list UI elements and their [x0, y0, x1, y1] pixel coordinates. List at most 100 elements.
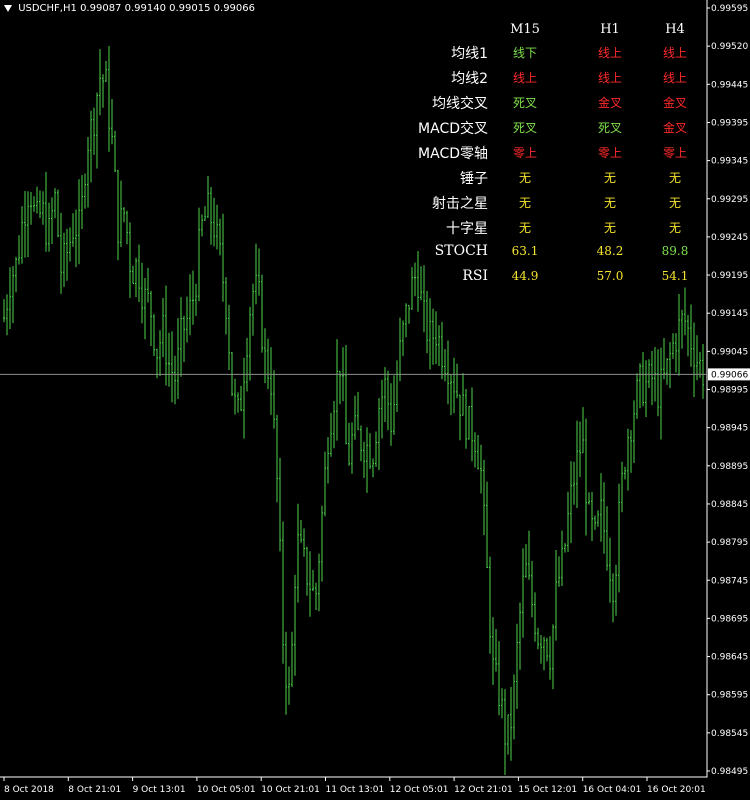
candle-bar	[522, 548, 524, 638]
candle-bar	[192, 270, 194, 325]
price-tick-label: 0.99595	[711, 4, 748, 14]
candle-bar	[168, 332, 170, 387]
price-tick-label: 0.98595	[711, 691, 748, 701]
collapse-triangle-icon[interactable]	[4, 4, 12, 12]
candle-bar	[204, 206, 206, 221]
candle-bar	[510, 687, 512, 761]
price-tick-label: 0.99345	[711, 157, 748, 167]
candle-bar	[63, 232, 65, 287]
candle-bar	[450, 374, 452, 416]
candle-bar	[516, 623, 518, 709]
candle-bar	[351, 422, 353, 474]
candle-bar	[135, 257, 137, 298]
candle-bar	[147, 267, 149, 303]
candle-bar	[117, 170, 119, 261]
candle-bar	[114, 130, 116, 172]
dashboard-cell: 无	[668, 221, 681, 235]
candle-bar	[543, 636, 545, 671]
candle-bar	[555, 550, 557, 641]
dashboard-row-label: MACD交叉	[418, 121, 488, 137]
candle-bar	[564, 543, 566, 553]
candle-bar	[435, 311, 437, 364]
candle-bar	[678, 294, 680, 376]
candle-bar	[57, 189, 59, 238]
candle-bar	[258, 248, 260, 296]
candle-bar	[393, 375, 395, 435]
candle-bar	[429, 298, 431, 370]
candle-bar	[492, 617, 494, 685]
price-tick-label: 0.98845	[711, 500, 748, 510]
candle-bar	[165, 285, 167, 386]
candle-bar	[651, 350, 653, 406]
dashboard-cell: 54.1	[661, 269, 689, 283]
candle-bar	[108, 46, 110, 152]
candle-bar	[48, 202, 50, 252]
svg-text:0.99066: 0.99066	[711, 370, 748, 380]
candle-bar	[477, 435, 479, 470]
candle-bar	[354, 395, 356, 440]
dashboard-column-header: H4	[665, 22, 685, 37]
candle-bar	[666, 358, 668, 385]
candle-bar	[132, 265, 134, 284]
candle-bar	[381, 379, 383, 439]
candle-bar	[486, 481, 488, 568]
candle-bar	[105, 60, 107, 82]
candle-bar	[216, 204, 218, 250]
candle-bar	[126, 210, 128, 245]
candle-bar	[42, 191, 44, 225]
dashboard-cell: 无	[603, 196, 616, 210]
candle-bar	[156, 348, 158, 379]
candle-bar	[180, 297, 182, 377]
candle-bar	[645, 360, 647, 417]
candle-bar	[294, 574, 296, 676]
candle-bar	[120, 180, 122, 247]
candle-bar	[579, 421, 581, 477]
price-tick-label: 0.98945	[711, 424, 748, 434]
chart-header: USDCHF,H1 0.99087 0.99140 0.99015 0.9906…	[4, 3, 255, 14]
dashboard-cell: 金叉	[597, 96, 622, 110]
candle-bar	[594, 515, 596, 530]
candle-bar	[333, 401, 335, 449]
candle-bar	[558, 556, 560, 587]
price-tick-label: 0.98745	[711, 576, 748, 586]
candle-bar	[618, 483, 620, 593]
candle-bar	[150, 290, 152, 346]
price-tick-label: 0.99445	[711, 80, 748, 90]
candle-bar	[426, 290, 428, 354]
candle-bar	[531, 561, 533, 618]
candle-bar	[459, 394, 461, 441]
dashboard-cell: 死叉	[512, 121, 537, 135]
dashboard-cell: 无	[668, 196, 681, 210]
candle-bar	[498, 641, 500, 716]
candle-bar	[225, 277, 227, 335]
candle-bar	[693, 322, 695, 398]
price-tick-label: 0.98545	[711, 729, 748, 739]
candle-bar	[483, 459, 485, 536]
candle-bar	[312, 569, 314, 592]
candle-bar	[84, 173, 86, 209]
price-tick-label: 0.98645	[711, 653, 748, 663]
candle-bar	[609, 537, 611, 603]
candle-bar	[30, 192, 32, 225]
dashboard-cell: 线上	[662, 71, 687, 85]
candle-bar	[369, 433, 371, 469]
dashboard-row-label: 锤子	[460, 171, 488, 187]
price-tick-label: 0.99245	[711, 233, 748, 243]
dashboard-cell: 无	[518, 221, 531, 235]
candle-bar	[546, 637, 548, 662]
dashboard-row-label: 均线2	[451, 71, 488, 87]
dashboard-row: 十字星 无 无 无	[400, 218, 700, 243]
candle-bar	[378, 398, 380, 470]
dashboard-cell: 零上	[597, 146, 622, 160]
time-tick-label: 12 Oct 21:01	[454, 785, 513, 795]
candle-bar	[273, 370, 275, 429]
candle-bar	[408, 305, 410, 324]
candle-bar	[630, 430, 632, 473]
candle-bar	[495, 629, 497, 672]
candle-bar	[321, 505, 323, 582]
candle-bar	[372, 458, 374, 478]
dashboard-row-label: 十字星	[446, 221, 488, 237]
candle-bar	[489, 556, 491, 654]
candle-bar	[690, 304, 692, 367]
candle-bar	[642, 352, 644, 407]
